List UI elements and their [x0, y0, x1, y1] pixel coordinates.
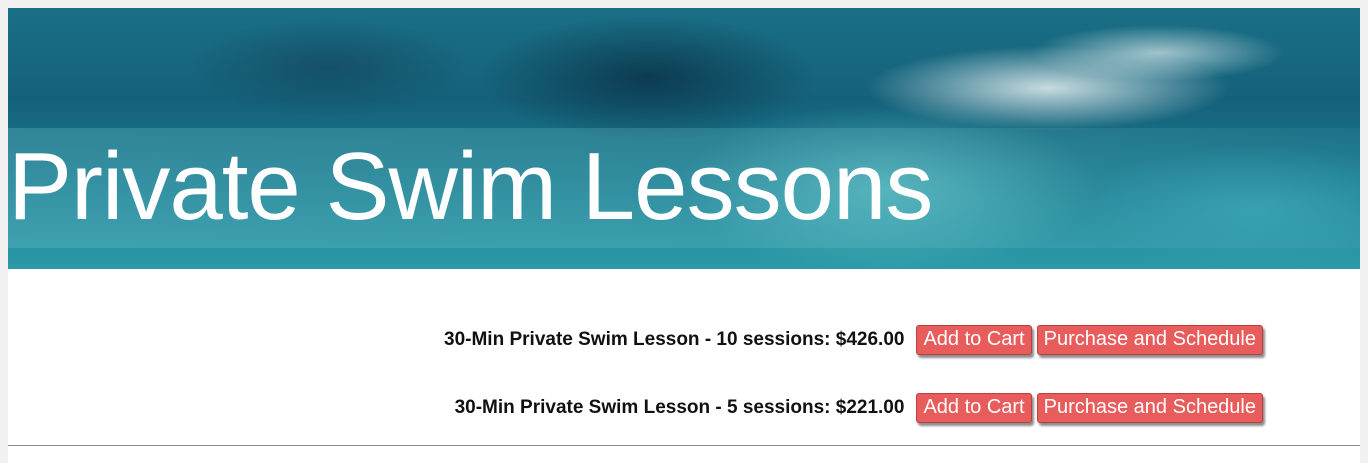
- purchase-and-schedule-button[interactable]: Purchase and Schedule: [1036, 393, 1263, 423]
- hero-banner: Private Swim Lessons: [8, 8, 1360, 269]
- page: Private Swim Lessons 30-Min Private Swim…: [8, 8, 1360, 463]
- purchase-and-schedule-button[interactable]: Purchase and Schedule: [1036, 325, 1263, 355]
- product-row: 30-Min Private Swim Lesson - 5 sessions:…: [455, 392, 1268, 424]
- divider: [8, 445, 1360, 446]
- page-title: Private Swim Lessons: [8, 133, 933, 240]
- product-label: 30-Min Private Swim Lesson - 10 sessions…: [444, 329, 905, 350]
- product-label: 30-Min Private Swim Lesson - 5 sessions:…: [454, 397, 905, 418]
- product-row: 30-Min Private Swim Lesson - 10 sessions…: [444, 324, 1268, 356]
- add-to-cart-button[interactable]: Add to Cart: [916, 325, 1032, 355]
- add-to-cart-button[interactable]: Add to Cart: [916, 393, 1032, 423]
